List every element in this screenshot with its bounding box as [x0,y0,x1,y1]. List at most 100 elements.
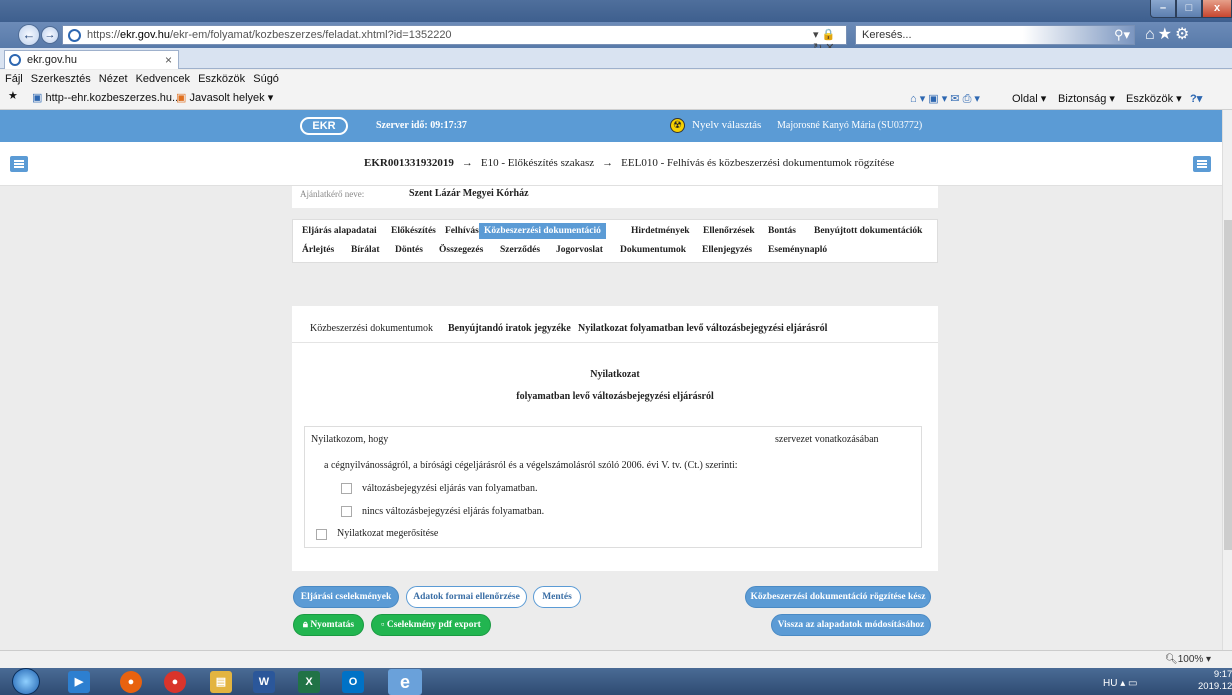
window-title-bar [0,0,1232,22]
document-subtabs: Közbeszerzési dokumentumok Benyújtandó i… [292,306,938,343]
print-button[interactable]: 🔒︎ Nyomtatás [293,614,364,636]
tab-dokumentumok[interactable]: Dokumentumok [615,242,691,258]
tray-clock[interactable]: 9:17 2019.12.02. [1198,669,1232,693]
confirm-label: Nyilatkozat megerősítése [337,528,439,539]
browser-tab[interactable]: ekr.gov.hu × [4,50,179,69]
menu-bar: Fájl Szerkesztés Nézet Kedvencek Eszközö… [0,70,1232,88]
menu-help[interactable]: Súgó [253,70,279,88]
subtab-kozbeszerzesi-dokumentumok[interactable]: Közbeszerzési dokumentumok [310,323,433,334]
zoom-icon: 🔍︎ [1165,654,1178,665]
app-header: EKR Szerver idő: 09:17:37 ☢ Nyelv válasz… [0,110,1222,142]
excel-icon[interactable]: X [298,671,320,693]
outlook-icon[interactable]: O [342,671,364,693]
tab-elokeszites[interactable]: Előkészítés [386,223,441,239]
tab-benyujtott-dokumentaciok[interactable]: Benyújtott dokumentációk [809,223,927,239]
tab-eljaras-alapadatai[interactable]: Eljárás alapadatai [297,223,382,239]
clock-time: 9:17 [1213,669,1232,680]
internet-explorer-icon[interactable]: e [388,669,422,695]
page-menu[interactable]: Oldal ▾ [1012,92,1046,105]
subtab-nyilatkozat[interactable]: Nyilatkozat folyamatban levő változásbej… [578,323,827,334]
search-input[interactable]: Keresés... ⚲▾ [855,25,1135,45]
back-icon[interactable]: ← [18,24,40,46]
tab-dontes[interactable]: Döntés [390,242,428,258]
tab-arlejtes[interactable]: Árlejtés [297,242,339,258]
tab-kozbeszerzesi-dokumentacio[interactable]: Közbeszerzési dokumentáció [479,223,606,239]
menu-view[interactable]: Nézet [99,70,128,88]
validate-button[interactable]: Adatok formai ellenőrzése [406,586,527,608]
tab-osszegezes[interactable]: Összegezés [434,242,488,258]
confirm-checkbox[interactable] [316,529,327,540]
input-language[interactable]: HU ▴ ▭ [1103,678,1137,689]
minimize-button[interactable]: – [1150,0,1176,18]
option-none-checkbox[interactable] [341,506,352,517]
menu-tools[interactable]: Eszközök [198,70,245,88]
option-in-progress-checkbox[interactable] [341,483,352,494]
language-selector[interactable]: Nyelv választás [692,119,761,131]
zoom-level[interactable]: 🔍︎100% ▾ [1165,654,1211,665]
command-icons[interactable]: ⌂ ▾ ▣ ▾ ✉ ⎙ ▾ [910,92,980,106]
declaration-box: Nyilatkozom, hogy szervezet vonatkozásáb… [304,426,922,548]
arrow-right-icon: → [461,157,473,169]
word-icon[interactable]: W [253,671,275,693]
tab-close-icon[interactable]: × [165,53,172,67]
right-menu-icon[interactable] [1193,156,1211,172]
save-button[interactable]: Mentés [533,586,581,608]
security-menu[interactable]: Biztonság ▾ [1058,92,1115,105]
declaration-org-suffix: szervezet vonatkozásában [775,434,879,445]
browser-tab-strip [0,48,1232,69]
search-icon[interactable]: ⚲▾ [1114,27,1130,43]
procedures-button[interactable]: Eljárási cselekmények [293,586,399,608]
file-explorer-icon[interactable]: ▤ [210,671,232,693]
search-placeholder: Keresés... [862,29,912,41]
tab-esemenynaplo[interactable]: Eseménynapló [763,242,832,258]
tab-biralat[interactable]: Bírálat [346,242,385,258]
maximize-button[interactable]: □ [1176,0,1202,18]
tools-menu[interactable]: Eszközök ▾ [1126,92,1182,105]
menu-edit[interactable]: Szerkesztés [31,70,91,88]
menu-file[interactable]: Fájl [5,70,23,88]
back-to-basics-button[interactable]: Vissza az alapadatok módosításához [771,614,931,636]
suggested-icon: ▣ [176,92,187,104]
user-name[interactable]: Majorosné Kanyó Mária (SU03772) [777,120,922,131]
breadcrumb-bar: EKR001331932019 → E10 - Előkészítés szakas… [0,142,1222,186]
breadcrumb-procedure-id[interactable]: EKR001331932019 [364,157,454,169]
ekr-logo[interactable]: EKR [300,117,348,135]
contracting-authority-row: Ajánlatkérő neve: Szent Lázár Megyei Kór… [292,186,938,208]
breadcrumb-stage[interactable]: E10 - Előkészítés szakasz [481,157,594,169]
page-scrollbar[interactable] [1222,110,1232,650]
scrollbar-thumb[interactable] [1224,220,1232,550]
tab-felhivas[interactable]: Felhívás [440,223,484,239]
tab-ellenjegyzes[interactable]: Ellenjegyzés [697,242,757,258]
option-none-label: nincs változásbejegyzési eljárás folyama… [362,506,545,517]
left-menu-icon[interactable] [10,156,28,172]
browser-tool-icons[interactable]: ⌂★⚙ [1145,24,1192,44]
law-reference: a cégnyilvánosságról, a bírósági cégeljá… [324,460,738,471]
pdf-export-button[interactable]: ▫ Cselekmény pdf export [371,614,491,636]
suggested-sites[interactable]: ▣ Javasolt helyek ▾ [176,91,273,104]
menu-favorites[interactable]: Kedvencek [136,70,190,88]
help-icon[interactable]: ?▾ [1190,92,1202,105]
media-player-icon[interactable]: ▶ [68,671,90,693]
start-button-icon[interactable] [12,668,40,695]
document-panel: Közbeszerzési dokumentumok Benyújtandó i… [292,306,938,571]
procedure-tabs: Eljárás alapadatai Előkészítés Felhívás … [292,219,938,263]
authority-name: Szent Lázár Megyei Kórház [409,188,529,199]
address-bar[interactable]: https://ekr.gov.hu/ekr-em/folyamat/kozbe… [62,25,847,54]
tab-bontas[interactable]: Bontás [763,223,801,239]
forward-icon[interactable]: → [41,26,59,44]
chrome-icon[interactable]: ● [164,671,186,693]
tab-hirdetmenyek[interactable]: Hirdetmények [626,223,695,239]
subtab-benyujtando-iratok[interactable]: Benyújtandó iratok jegyzéke [448,323,571,334]
favorites-star-icon[interactable]: ★ [8,89,18,102]
status-bar: 🔍︎100% ▾ [0,650,1232,668]
tab-szerzodes[interactable]: Szerződés [495,242,545,258]
document-title: Nyilatkozat [590,369,640,380]
firefox-icon[interactable]: ● [120,671,142,693]
close-window-button[interactable]: x [1202,0,1232,18]
url-text[interactable]: https://ekr.gov.hu/ekr-em/folyamat/kozbe… [87,29,452,41]
finish-documentation-button[interactable]: Közbeszerzési dokumentáció rögzítése kés… [745,586,931,608]
arrow-right-icon: → [602,157,614,169]
tab-ellenorzesek[interactable]: Ellenőrzések [698,223,760,239]
favorite-link[interactable]: ▣ http--ehr.kozbeszerzes.hu... [32,91,181,104]
tab-jogorvoslat[interactable]: Jogorvoslat [551,242,608,258]
